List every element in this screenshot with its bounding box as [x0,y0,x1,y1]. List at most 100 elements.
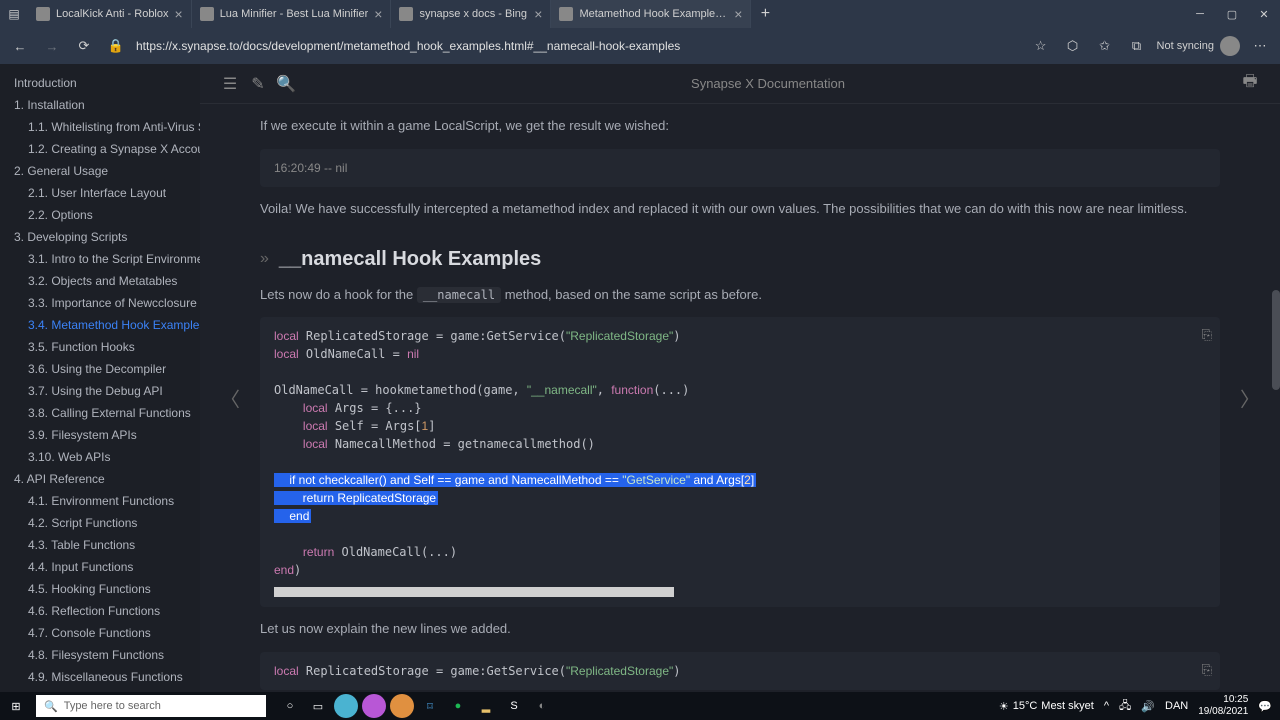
paragraph: Let us now explain the new lines we adde… [260,619,1220,640]
sidebar-item[interactable]: 3.3. Importance of Newcclosure [0,292,200,314]
copy-icon[interactable]: ⎘ [1202,660,1212,680]
sidebar-item[interactable]: 3.9. Filesystem APIs [0,424,200,446]
site-info-icon[interactable]: 🔒 [104,34,128,58]
sidebar-item[interactable]: 3.8. Calling External Functions [0,402,200,424]
app-icon[interactable] [390,694,414,718]
close-window-button[interactable]: ✕ [1248,0,1280,28]
menu-toggle-icon[interactable]: ☰ [216,70,244,98]
favicon [36,7,50,21]
sidebar-item[interactable]: 2.1. User Interface Layout [0,182,200,204]
doc-title: Synapse X Documentation [691,76,845,91]
taskbar-search[interactable]: 🔍Type here to search [36,695,266,717]
minimize-button[interactable]: ─ [1184,0,1216,28]
tab-title: Lua Minifier - Best Lua Minifier [220,8,369,20]
code-block: 16:20:49 -- nil [260,149,1220,187]
prev-page-button[interactable]: 〈 [220,384,240,413]
sidebar-item[interactable]: 4.8. Filesystem Functions [0,644,200,666]
explorer-icon[interactable]: ▂ [474,694,498,718]
vertical-scrollbar[interactable] [1272,290,1280,390]
maximize-button[interactable]: ▢ [1216,0,1248,28]
browser-tab[interactable]: Lua Minifier - Best Lua Minifier × [192,0,392,28]
cortana-icon[interactable]: ○ [278,694,302,718]
sidebar-item[interactable]: 1.1. Whitelisting from Anti-Virus Softwa… [0,116,200,138]
tab-title: Metamethod Hook Examples - S [579,8,728,20]
browser-tabs: LocalKick Anti - Roblox×Lua Minifier - B… [28,0,751,28]
app-icon[interactable]: S [502,694,526,718]
spotify-icon[interactable]: ● [446,694,470,718]
menu-icon[interactable]: ⋯ [1248,34,1272,58]
sync-label: Not syncing [1157,40,1214,52]
reader-icon[interactable]: ☆ [1029,34,1053,58]
volume-icon[interactable]: 🔊 [1141,700,1155,713]
taskview-icon[interactable]: ▭ [306,694,330,718]
forward-button[interactable]: → [40,34,64,58]
start-button[interactable]: ⊞ [0,692,32,720]
search-icon[interactable]: 🔍 [272,70,300,98]
sidebar-item[interactable]: 3.4. Metamethod Hook Examples [0,314,200,336]
copy-icon[interactable]: ⎘ [1202,325,1212,345]
browser-tab[interactable]: LocalKick Anti - Roblox × [28,0,192,28]
tray-chevron-icon[interactable]: ^ [1104,700,1109,712]
sidebar-item[interactable]: 4.2. Script Functions [0,512,200,534]
close-tab-icon[interactable]: × [534,6,542,22]
sidebar-item[interactable]: 4.1. Environment Functions [0,490,200,512]
new-tab-button[interactable]: + [751,5,779,23]
language-indicator[interactable]: DAN [1165,700,1188,712]
close-tab-icon[interactable]: × [734,6,742,22]
sidebar-item[interactable]: 4.6. Reflection Functions [0,600,200,622]
sidebar-item[interactable]: 4.9. Miscellaneous Functions [0,666,200,688]
weather-widget[interactable]: ☀ 15°C Mest skyet [999,700,1094,713]
sidebar-item[interactable]: 4.5. Hooking Functions [0,578,200,600]
sidebar-item[interactable]: 4.4. Input Functions [0,556,200,578]
inline-code: __namecall [417,287,501,303]
next-page-button[interactable]: 〉 [1240,384,1260,413]
sidebar-item[interactable]: 4.3. Table Functions [0,534,200,556]
sidebar-item[interactable]: 1.2. Creating a Synapse X Account [0,138,200,160]
browser-tab[interactable]: Metamethod Hook Examples - S × [551,0,751,28]
sidebar-item[interactable]: 3. Developing Scripts [0,226,200,248]
print-icon[interactable]: 🖶 [1236,70,1264,98]
favorites-icon[interactable]: ✩ [1093,34,1117,58]
collections-icon[interactable]: ⧉ [1125,34,1149,58]
code-block-main: ⎘local ReplicatedStorage = game:GetServi… [260,317,1220,607]
edge-icon[interactable]: ◐ [530,694,554,718]
extensions-icon[interactable]: ⬡ [1061,34,1085,58]
sidebar-item[interactable]: 3.6. Using the Decompiler [0,358,200,380]
address-bar: ← → ⟳ 🔒 https://x.synapse.to/docs/develo… [0,28,1280,64]
sidebar-item[interactable]: 4. API Reference [0,468,200,490]
refresh-button[interactable]: ⟳ [72,34,96,58]
sidebar-item[interactable]: Introduction [0,72,200,94]
profile-avatar[interactable] [1220,36,1240,56]
anchor-icon[interactable]: » [260,250,269,268]
close-tab-icon[interactable]: × [175,6,183,22]
sidebar-item[interactable]: 3.2. Objects and Metatables [0,270,200,292]
tab-actions-icon[interactable]: ▤ [0,7,28,21]
network-icon[interactable]: 🖧 [1119,697,1131,716]
back-button[interactable]: ← [8,34,32,58]
close-tab-icon[interactable]: × [374,6,382,22]
paragraph: Voila! We have successfully intercepted … [260,199,1220,220]
browser-tab[interactable]: synapse x docs - Bing × [391,0,551,28]
sidebar-item[interactable]: 2. General Usage [0,160,200,182]
sidebar-item[interactable]: 3.1. Intro to the Script Environment [0,248,200,270]
favicon [200,7,214,21]
sidebar-item[interactable]: 3.5. Function Hooks [0,336,200,358]
edit-icon[interactable]: ✎ [244,70,272,98]
horizontal-scrollbar[interactable] [274,587,674,597]
favicon [559,7,573,21]
url-field[interactable]: https://x.synapse.to/docs/development/me… [136,39,1021,53]
app-icon[interactable] [362,694,386,718]
sync-status[interactable]: Not syncing [1157,36,1240,56]
sidebar-item[interactable]: 4.7. Console Functions [0,622,200,644]
app-icon[interactable] [334,694,358,718]
tab-title: synapse x docs - Bing [419,8,528,20]
sidebar-item[interactable]: 3.10. Web APIs [0,446,200,468]
sidebar-item[interactable]: 3.7. Using the Debug API [0,380,200,402]
paragraph: Lets now do a hook for the __namecall me… [260,285,1220,306]
vscode-icon[interactable]: ⌑ [418,694,442,718]
tab-title: LocalKick Anti - Roblox [56,8,169,20]
sidebar-item[interactable]: 1. Installation [0,94,200,116]
sidebar-item[interactable]: 2.2. Options [0,204,200,226]
clock[interactable]: 10:25 19/08/2021 [1198,694,1248,718]
notifications-icon[interactable]: 💬 [1258,700,1272,713]
